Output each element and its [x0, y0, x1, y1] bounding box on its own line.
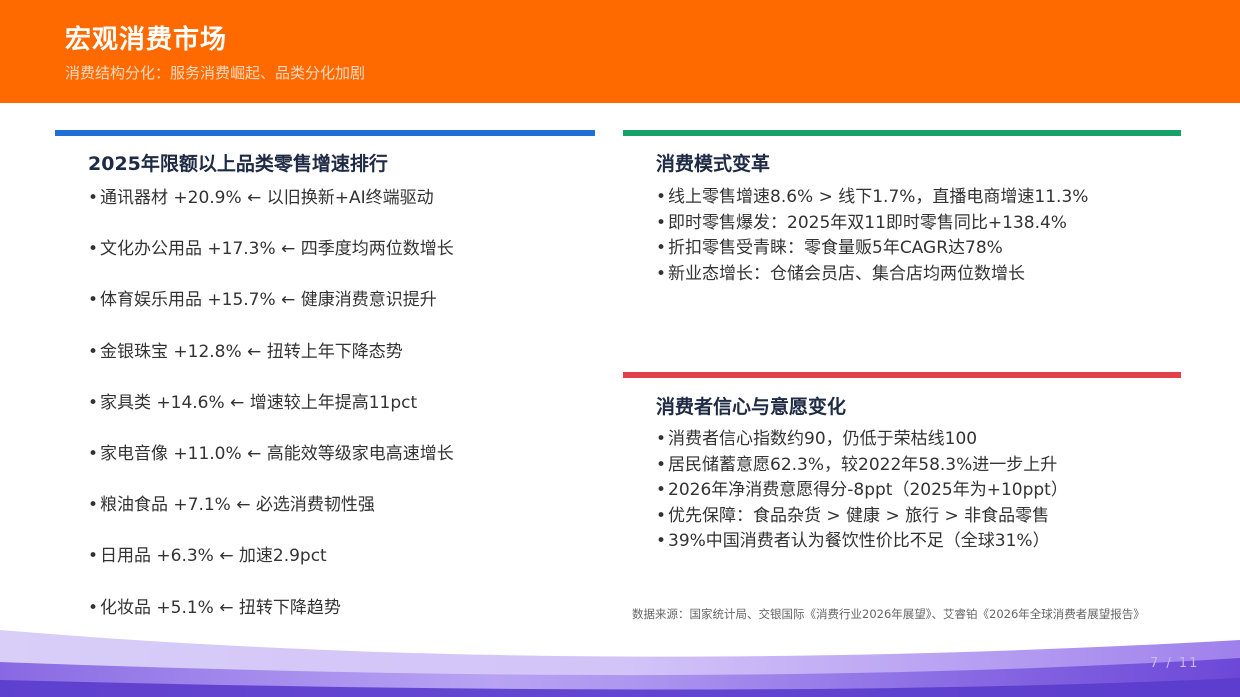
list-item: • 家电音像 +11.0% ← 高能效等级家电高速增长 — [88, 443, 454, 464]
list-item: • 文化办公用品 +17.3% ← 四季度均两位数增长 — [88, 239, 454, 260]
confidence-section-accent-bar — [623, 372, 1181, 378]
bullet-icon: • — [88, 546, 99, 567]
list-item: • 粮油食品 +7.1% ← 必选消费韧性强 — [88, 495, 375, 516]
bullet-icon: • — [656, 212, 667, 233]
list-item: • 39%中国消费者认为餐饮性价比不足（全球31%） — [656, 531, 1050, 551]
bullet-icon: • — [88, 341, 99, 362]
list-item: • 2026年净消费意愿得分-8ppt（2025年为+10ppt） — [656, 480, 1068, 500]
list-item: • 体育娱乐用品 +15.7% ← 健康消费意识提升 — [88, 290, 437, 311]
left-section-title: 2025年限额以上品类零售增速排行 — [88, 153, 388, 175]
list-item: • 家具类 +14.6% ← 增速较上年提高11pct — [88, 392, 418, 413]
bullet-icon: • — [88, 495, 99, 516]
bullet-icon: • — [88, 443, 99, 464]
list-item: • 折扣零售受青睐：零食量贩5年CAGR达78% — [656, 238, 1003, 258]
bullet-icon: • — [656, 187, 667, 207]
list-item: • 即时零售爆发：2025年双11即时零售同比+138.4% — [656, 212, 1067, 233]
left-section-accent-bar — [55, 130, 595, 136]
bullet-icon: • — [88, 290, 99, 311]
bullet-icon: • — [656, 531, 667, 551]
list-item: • 消费者信心指数约90，仍低于荣枯线100 — [656, 429, 978, 449]
list-item: • 线上零售增速8.6% > 线下1.7%，直播电商增速11.3% — [656, 187, 1089, 207]
page-title: 宏观消费市场 — [65, 25, 228, 55]
category-growth-list: • 通讯器材 +20.9% ← 以旧换新+AI终端驱动 • 文化办公用品 +17.3… — [88, 187, 454, 648]
bullet-icon: • — [656, 454, 667, 475]
page-subtitle: 消费结构分化：服务消费崛起、品类分化加剧 — [65, 64, 366, 82]
bullet-icon: • — [656, 238, 667, 258]
mode-section-accent-bar — [623, 130, 1181, 136]
bullet-icon: • — [88, 239, 99, 260]
bullet-icon: • — [656, 263, 667, 284]
list-item: • 日用品 +6.3% ← 加速2.9pct — [88, 546, 327, 567]
bullet-icon: • — [656, 480, 667, 500]
confidence-section-title: 消费者信心与意愿变化 — [656, 396, 847, 418]
consumption-mode-list: • 线上零售增速8.6% > 线下1.7%，直播电商增速11.3% • 即时零售爆发… — [656, 186, 1088, 288]
header-banner: 宏观消费市场 消费结构分化：服务消费崛起、品类分化加剧 — [0, 0, 1240, 103]
consumer-confidence-list: • 消费者信心指数约90，仍低于荣枯线100 • 居民储蓄意愿62.3%，较2022… — [656, 428, 1068, 556]
bullet-icon: • — [88, 188, 99, 208]
list-item: • 通讯器材 +20.9% ← 以旧换新+AI终端驱动 — [88, 188, 434, 208]
list-item: • 新业态增长：仓储会员店、集合店均两位数增长 — [656, 263, 1025, 284]
mode-section-title: 消费模式变革 — [656, 153, 771, 175]
list-item: • 居民储蓄意愿62.3%，较2022年58.3%进一步上升 — [656, 454, 1058, 475]
decorative-wave-graphic — [0, 630, 1240, 697]
list-item: • 金银珠宝 +12.8% ← 扭转上年下降态势 — [88, 341, 403, 362]
bullet-icon: • — [656, 429, 667, 449]
page-number: 7 / 11 — [1150, 656, 1200, 671]
bullet-icon: • — [656, 505, 667, 526]
list-item: • 优先保障：食品杂货 > 健康 > 旅行 > 非食品零售 — [656, 505, 1050, 526]
bullet-icon: • — [88, 392, 99, 413]
